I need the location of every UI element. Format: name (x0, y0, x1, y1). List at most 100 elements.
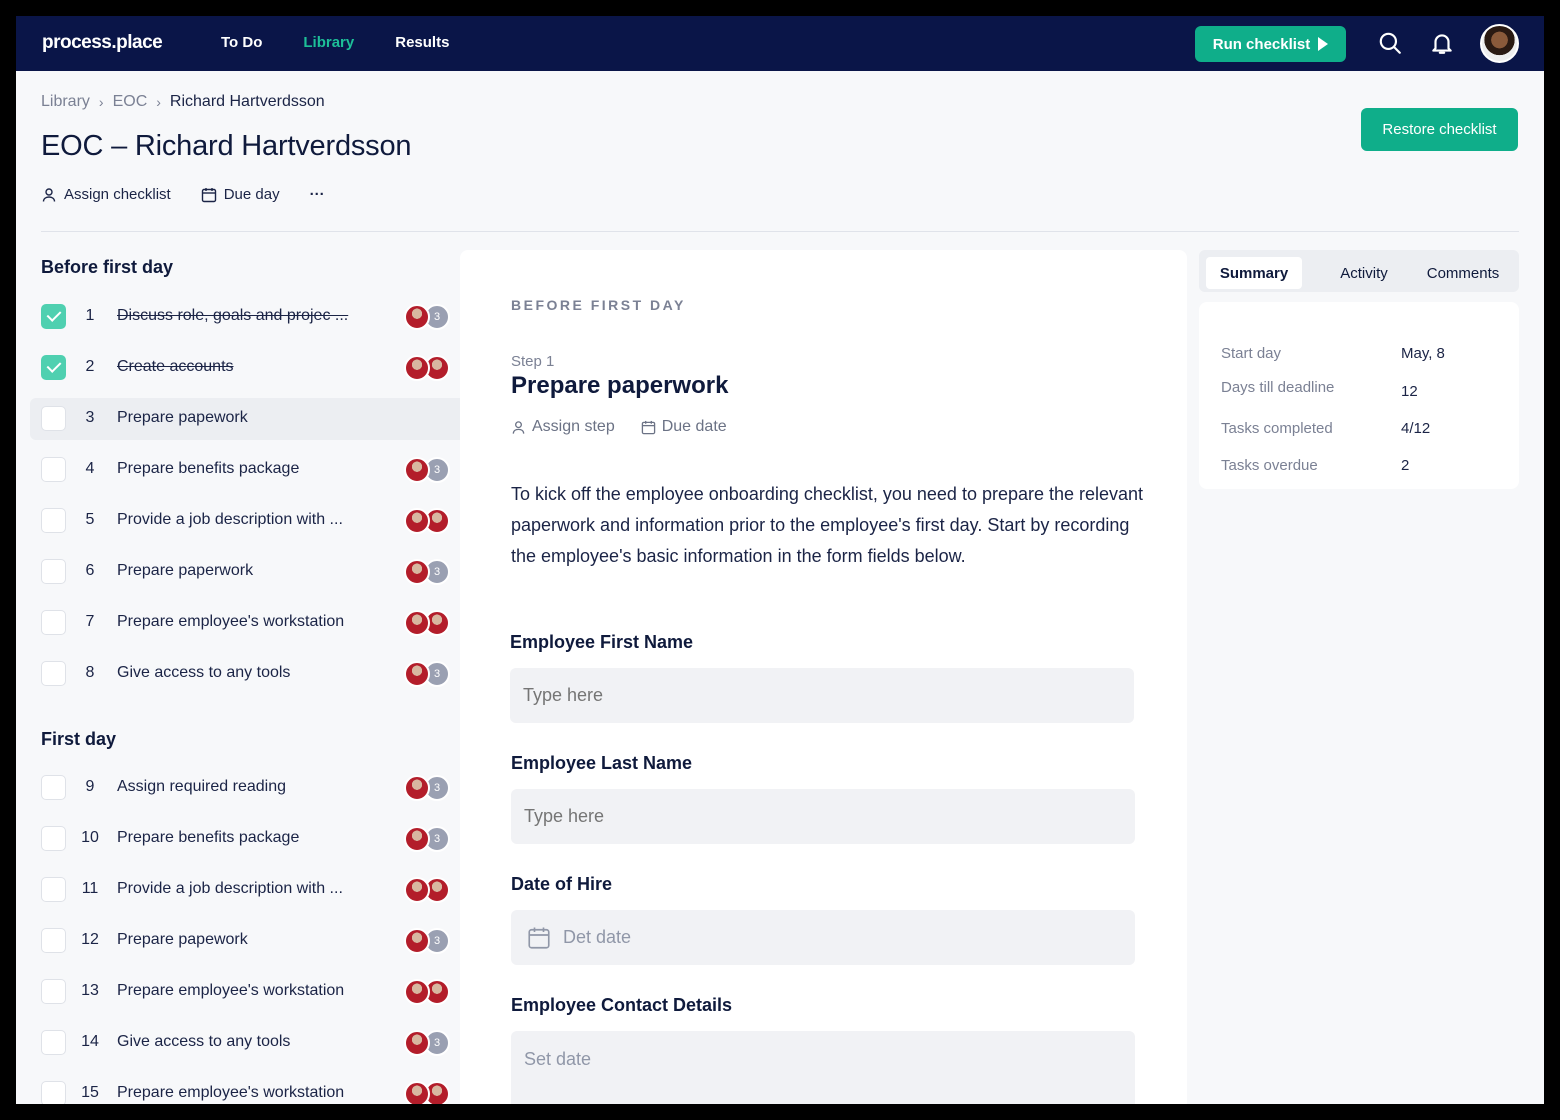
summary-key: Days till deadline (1221, 379, 1335, 396)
chevron-right-icon: › (98, 94, 104, 110)
due-date-label: Due date (661, 418, 727, 435)
step-title: Prepare paperwork (511, 372, 729, 399)
assignee-avatar (404, 457, 430, 483)
contact-details-input[interactable]: Set date (511, 1031, 1135, 1104)
item-checkbox[interactable] (41, 457, 66, 482)
nav-library[interactable]: Library (303, 34, 354, 51)
checklist-item[interactable]: 4 Prepare benefits package 3 (30, 449, 467, 491)
item-number: 12 (81, 931, 99, 948)
item-number: 13 (81, 982, 99, 999)
summary-row: Tasks completed 4/12 (1221, 420, 1511, 437)
summary-value: 2 (1401, 457, 1410, 474)
last-name-label: Employee Last Name (511, 753, 693, 773)
item-checkbox[interactable] (41, 610, 66, 635)
breadcrumb: Library › EOC › Richard Hartverdsson (41, 93, 325, 111)
user-avatar[interactable] (1480, 24, 1519, 63)
breadcrumb-eoc[interactable]: EOC (113, 93, 148, 111)
item-number: 1 (85, 307, 95, 324)
item-checkbox[interactable] (41, 1081, 66, 1104)
item-number: 3 (85, 409, 95, 426)
contact-details-label: Employee Contact Details (511, 995, 733, 1015)
first-name-input[interactable] (510, 668, 1134, 723)
step-description: To kick off the employee onboarding chec… (511, 484, 1144, 566)
checklist-item[interactable]: 6 Prepare paperwork 3 (30, 551, 467, 593)
summary-key: Tasks overdue (1221, 457, 1318, 474)
tab-activity[interactable]: Activity (1320, 257, 1408, 289)
checklist-item[interactable]: 14 Give access to any tools 3 (30, 1022, 467, 1064)
assignee-avatar (404, 877, 430, 903)
checklist-item[interactable]: 11 Provide a job description with ... (30, 869, 467, 911)
last-name-input[interactable] (511, 789, 1135, 844)
item-checkbox[interactable] (41, 661, 66, 686)
checklist-item[interactable]: 7 Prepare employee's workstation (30, 602, 467, 644)
assign-step-label: Assign step (532, 418, 615, 435)
item-checkbox[interactable] (41, 826, 66, 851)
bell-icon[interactable] (1429, 30, 1455, 56)
date-of-hire-label: Date of Hire (511, 874, 613, 894)
item-label: Give access to any tools (117, 664, 291, 681)
date-of-hire-input[interactable]: Det date (511, 910, 1135, 965)
item-checkbox[interactable] (41, 979, 66, 1004)
top-nav-bar: process.place To Do Library Results Run … (16, 16, 1544, 71)
checklist-item[interactable]: 8 Give access to any tools 3 (30, 653, 467, 695)
item-checkbox[interactable] (41, 406, 66, 431)
item-number: 15 (81, 1084, 99, 1101)
checklist-item[interactable]: 1 Discuss role, goals and projec ... 3 (30, 296, 467, 338)
item-checkbox[interactable] (41, 304, 66, 329)
more-options-icon[interactable]: ··· (310, 186, 325, 203)
run-checklist-button[interactable]: Run checklist (1195, 26, 1346, 62)
item-label: Prepare paperwork (117, 562, 254, 579)
assignee-avatar (404, 355, 430, 381)
play-icon (1318, 37, 1329, 51)
item-checkbox[interactable] (41, 1030, 66, 1055)
checklist-item[interactable]: 13 Prepare employee's workstation (30, 971, 467, 1013)
summary-value: May, 8 (1401, 345, 1445, 362)
item-label: Provide a job description with ... (117, 880, 343, 897)
summary-value: 12 (1401, 383, 1418, 400)
item-label: Prepare benefits package (117, 829, 300, 846)
checklist-item[interactable]: 5 Provide a job description with ... (30, 500, 467, 542)
assignee-avatar (404, 775, 430, 801)
checklist-item[interactable]: 3 Prepare papework (30, 398, 467, 440)
checklist-item[interactable]: 9 Assign required reading 3 (30, 767, 467, 809)
item-label: Prepare papework (117, 931, 248, 948)
app-logo[interactable]: process.place (42, 32, 163, 54)
item-label: Prepare papework (117, 409, 248, 426)
item-checkbox[interactable] (41, 508, 66, 533)
item-checkbox[interactable] (41, 559, 66, 584)
checklist-item[interactable]: 10 Prepare benefits package 3 (30, 818, 467, 860)
due-date-button[interactable]: Due date (641, 418, 727, 436)
summary-row: Start day May, 8 (1221, 345, 1511, 362)
tab-comments[interactable]: Comments (1414, 257, 1512, 289)
breadcrumb-current: Richard Hartverdsson (169, 93, 325, 110)
nav-todo[interactable]: To Do (221, 34, 262, 51)
checklist-item[interactable]: 2 Create accounts (30, 347, 467, 389)
due-day-button[interactable]: Due day (201, 186, 280, 203)
summary-row: Tasks overdue 2 (1221, 457, 1511, 474)
restore-checklist-button[interactable]: Restore checklist (1361, 108, 1518, 151)
search-icon[interactable] (1377, 30, 1403, 56)
assignee-avatar (404, 559, 430, 585)
calendar-icon (201, 187, 216, 202)
item-number: 10 (81, 829, 99, 846)
breadcrumb-library[interactable]: Library (41, 93, 90, 111)
run-checklist-label: Run checklist (1212, 35, 1311, 53)
assign-step-button[interactable]: Assign step (511, 418, 615, 436)
checklist-item[interactable]: 15 Prepare employee's workstation (30, 1073, 467, 1104)
assignee-avatar (404, 979, 430, 1005)
item-checkbox[interactable] (41, 928, 66, 953)
assign-checklist-button[interactable]: Assign checklist (41, 186, 171, 203)
item-label: Give access to any tools (117, 1033, 291, 1050)
tab-summary[interactable]: Summary (1206, 257, 1302, 289)
item-checkbox[interactable] (41, 877, 66, 902)
assign-checklist-label: Assign checklist (64, 186, 171, 203)
item-number: 8 (85, 664, 95, 681)
checklist-item[interactable]: 12 Prepare papework 3 (30, 920, 467, 962)
item-checkbox[interactable] (41, 775, 66, 800)
summary-key: Tasks completed (1221, 420, 1333, 437)
app-window: process.place To Do Library Results Run … (16, 16, 1544, 1104)
item-checkbox[interactable] (41, 355, 66, 380)
nav-results[interactable]: Results (395, 34, 449, 51)
item-label: Provide a job description with ... (117, 511, 343, 528)
item-number: 11 (81, 880, 99, 897)
